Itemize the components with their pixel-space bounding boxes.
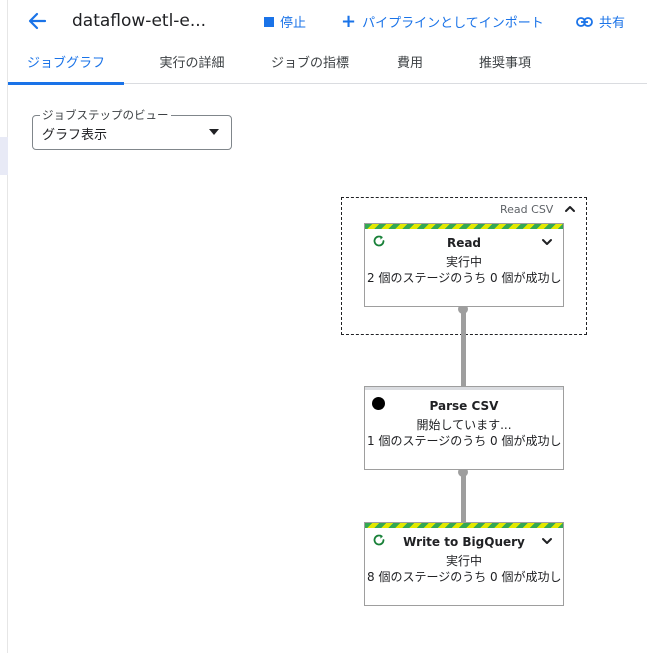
tab-job-graph[interactable]: ジョブグラフ — [8, 44, 124, 85]
status-stripe — [365, 387, 563, 390]
link-icon — [576, 16, 593, 27]
job-title: dataflow-etl-e... — [72, 11, 207, 31]
chevron-up-icon[interactable] — [563, 202, 577, 216]
step-state: 実行中 — [445, 255, 482, 269]
chevron-down-icon[interactable] — [541, 535, 553, 547]
chevron-down-icon[interactable] — [541, 236, 553, 248]
plus-icon: + — [341, 10, 357, 32]
step-state: 実行中 — [445, 554, 482, 568]
stop-label: 停止 — [280, 16, 307, 31]
tab-bar: ジョブグラフ 実行の詳細 ジョブの指標 費用 推奨事項 — [8, 44, 647, 85]
step-node-parse-csv[interactable]: Parse CSV 開始しています... 1 個のステージのうち 0 個が成功し… — [364, 386, 564, 470]
step-name: Read — [446, 236, 482, 250]
page-header: dataflow-etl-e... 停止 + パイプラインとしてインポート 共有 — [0, 0, 647, 44]
left-nav-rail — [0, 0, 8, 653]
tab-cost[interactable]: 費用 — [386, 44, 434, 84]
running-stripe — [365, 523, 563, 528]
select-legend: ジョブステップのビュー — [40, 107, 171, 123]
share-button[interactable]: 共有 — [576, 12, 625, 31]
stop-button[interactable]: 停止 — [264, 12, 306, 31]
select-value: グラフ表示 — [42, 128, 108, 143]
step-group-label: Read CSV — [500, 203, 554, 216]
step-stage-summary: 8 個のステージのうち 0 個が成功しました — [367, 570, 563, 584]
step-stage-summary: 1 個のステージのうち 0 個が成功しました — [367, 434, 563, 448]
running-stripe — [365, 224, 563, 229]
import-as-pipeline-button[interactable]: + パイプラインとしてインポート — [341, 12, 544, 31]
edge-parse-to-write — [461, 472, 466, 527]
tab-recommendations[interactable]: 推奨事項 — [460, 44, 550, 84]
step-node-write-to-bigquery[interactable]: Write to BigQuery 実行中 8 個のステージのうち 0 個が成功… — [364, 522, 564, 606]
step-state: 開始しています... — [416, 418, 512, 432]
left-nav-highlight — [0, 137, 8, 175]
arrow-back-icon[interactable] — [24, 8, 50, 34]
tab-job-metrics[interactable]: ジョブの指標 — [260, 44, 360, 84]
import-label: パイプラインとしてインポート — [362, 16, 544, 31]
caret-down-icon — [209, 129, 219, 135]
stop-icon — [264, 17, 274, 27]
job-step-view-select[interactable]: ジョブステップのビュー グラフ表示 — [32, 107, 232, 150]
step-stage-summary: 2 個のステージのうち 0 個が成功しました — [367, 271, 563, 285]
tab-execution-details[interactable]: 実行の詳細 — [142, 44, 242, 84]
share-label: 共有 — [599, 16, 626, 31]
step-name: Parse CSV — [429, 399, 499, 413]
step-node-read[interactable]: Read 実行中 2 個のステージのうち 0 個が成功しました — [364, 223, 564, 307]
step-name: Write to BigQuery — [403, 535, 525, 549]
edge-read-to-parse — [461, 309, 466, 392]
